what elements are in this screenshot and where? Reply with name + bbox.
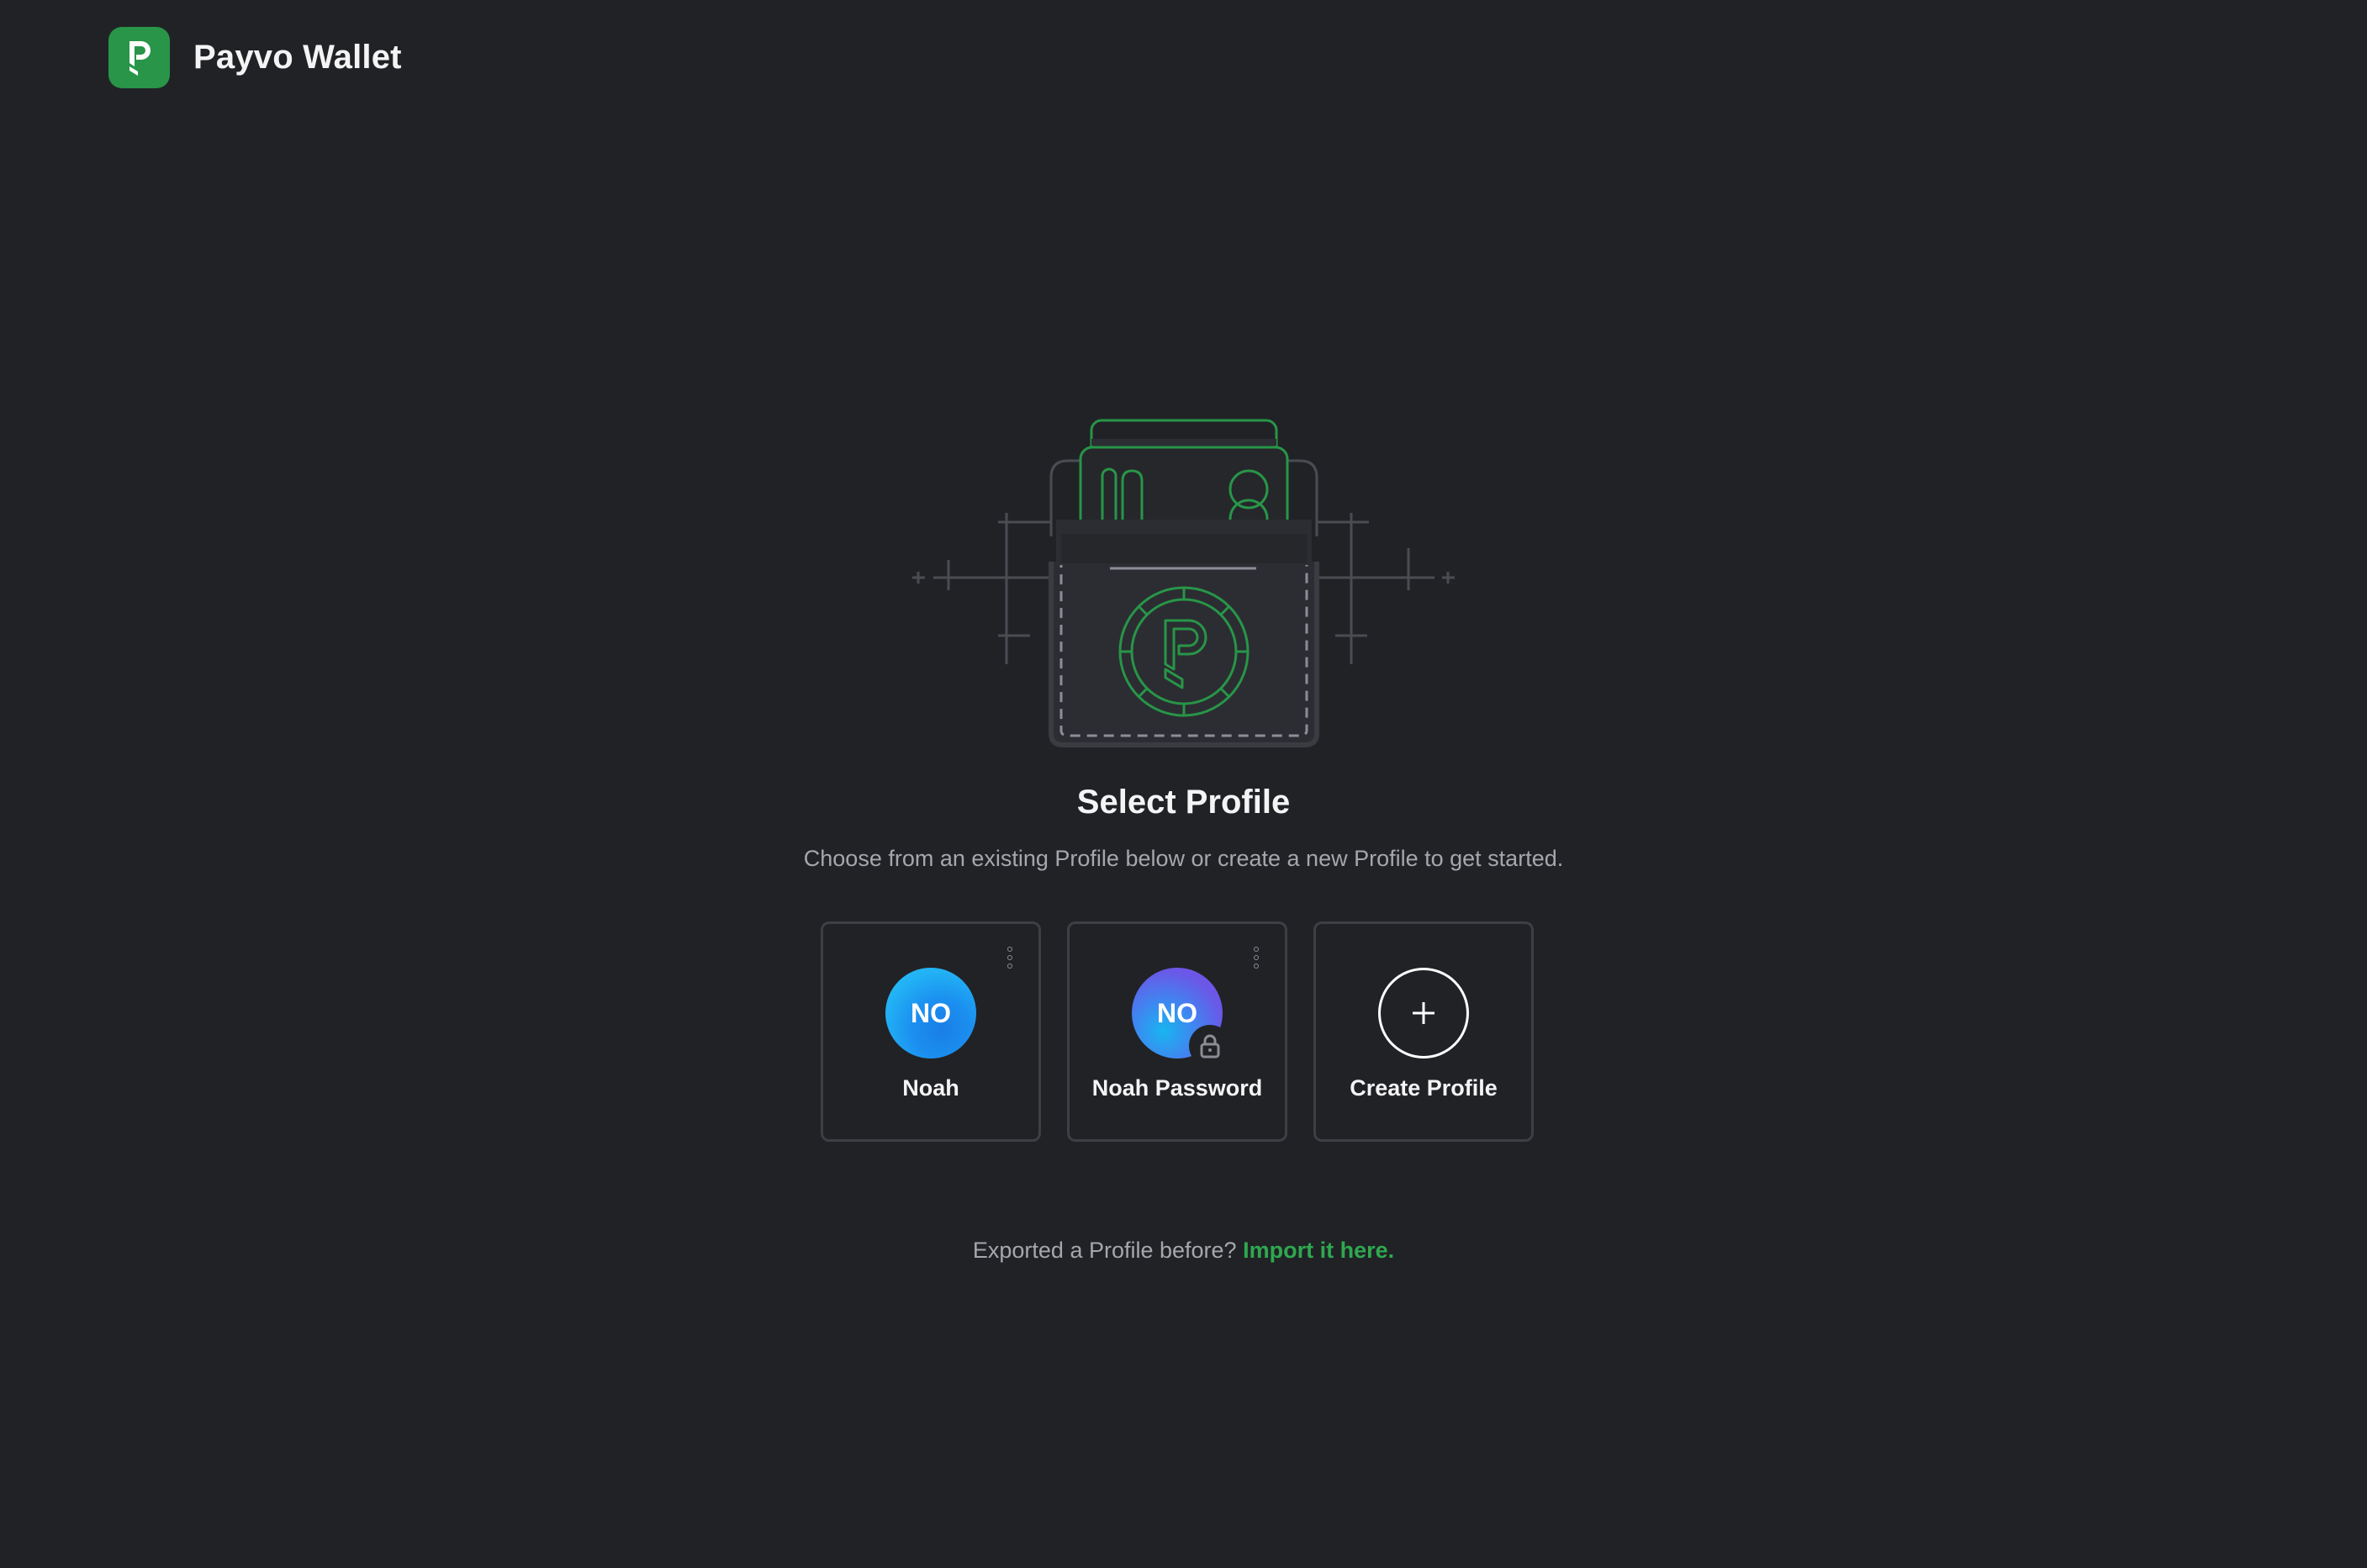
profile-options-icon[interactable]	[1006, 947, 1014, 969]
import-prompt-text: Exported a Profile before?	[972, 1238, 1237, 1263]
profile-options-icon[interactable]	[1252, 947, 1260, 969]
import-prompt: Exported a Profile before? Import it her…	[0, 1238, 2367, 1264]
payvo-logo-icon	[108, 26, 170, 88]
import-profile-link[interactable]: Import it here.	[1243, 1238, 1394, 1263]
plus-icon	[1378, 968, 1469, 1059]
profile-name: Noah Password	[1091, 1075, 1263, 1101]
lock-icon	[1189, 1025, 1231, 1067]
wallet-illustration	[908, 412, 1460, 748]
page-title: Select Profile	[1076, 784, 1291, 821]
profile-card-noah-password[interactable]: NO Noah Password	[1067, 921, 1287, 1142]
profile-list: NO Noah NO Noah Password Create Profile	[821, 921, 1534, 1142]
app-header: Payvo Wallet	[108, 26, 402, 88]
app-window: Payvo Wallet Select Profile Choose from …	[0, 0, 2367, 1568]
avatar-initials: NO	[1157, 997, 1197, 1028]
app-title: Payvo Wallet	[193, 38, 402, 76]
page-description: Choose from an existing Profile below or…	[803, 846, 1564, 871]
avatar: NO	[885, 968, 976, 1059]
profile-name: Noah	[902, 1075, 959, 1101]
create-profile-label: Create Profile	[1350, 1075, 1498, 1101]
create-profile-button[interactable]: Create Profile	[1313, 921, 1534, 1142]
avatar-initials: NO	[911, 997, 951, 1028]
avatar: NO	[1132, 968, 1231, 1067]
profile-card-noah[interactable]: NO Noah	[821, 921, 1041, 1142]
